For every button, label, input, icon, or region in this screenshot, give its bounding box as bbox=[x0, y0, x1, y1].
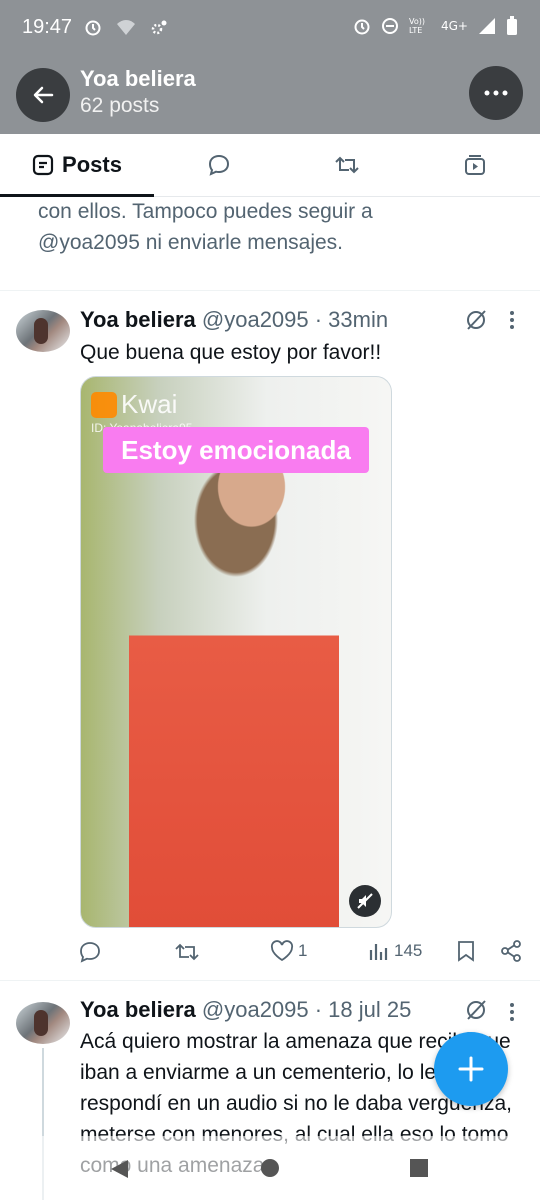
nav-back-icon[interactable] bbox=[108, 1158, 130, 1180]
system-nav-bar bbox=[0, 1136, 540, 1200]
blocked-notice: con ellos. Tampoco puedes seguir a @yoa2… bbox=[38, 196, 508, 258]
views-button[interactable]: 145 bbox=[368, 940, 422, 962]
tab-reposts[interactable] bbox=[284, 134, 410, 196]
tab-posts[interactable]: Posts bbox=[0, 134, 154, 197]
tab-replies[interactable] bbox=[154, 134, 284, 196]
like-count: 1 bbox=[298, 941, 308, 960]
dnd-icon bbox=[382, 18, 398, 34]
post-meta: Yoa beliera @yoa2095 · 33min bbox=[80, 307, 388, 333]
notice-line-2: @yoa2095 ni enviarle mensajes. bbox=[38, 231, 343, 254]
repost-icon bbox=[335, 156, 359, 174]
heart-icon bbox=[270, 940, 294, 962]
grok-icon[interactable] bbox=[464, 308, 488, 332]
post-count: 62 posts bbox=[80, 94, 160, 117]
status-left-icons bbox=[84, 18, 168, 36]
status-bar: 19:47 Vo)) LTE 4G+ bbox=[0, 0, 540, 56]
wifi-icon bbox=[117, 20, 135, 35]
divider bbox=[0, 980, 540, 981]
volte-label: Vo)) LTE bbox=[409, 17, 425, 35]
author-name[interactable]: Yoa beliera bbox=[80, 997, 196, 1022]
views-count: 145 bbox=[394, 941, 423, 960]
plus-icon bbox=[458, 1056, 484, 1082]
reply-icon bbox=[80, 942, 100, 963]
avatar[interactable] bbox=[16, 1002, 70, 1044]
analytics-icon bbox=[369, 944, 388, 960]
repost-icon bbox=[175, 943, 199, 961]
kwai-brand: Kwai bbox=[121, 389, 178, 419]
avatar[interactable] bbox=[16, 310, 70, 352]
muted-icon bbox=[357, 893, 373, 909]
post-meta: Yoa beliera @yoa2095 · 18 jul 25 bbox=[80, 997, 411, 1023]
divider bbox=[0, 290, 540, 291]
kwai-logo-icon bbox=[91, 391, 117, 418]
repost-button[interactable] bbox=[174, 940, 200, 964]
battery-icon bbox=[507, 16, 517, 35]
video-caption: Estoy emocionada bbox=[103, 427, 369, 473]
bookmark-icon bbox=[458, 941, 474, 962]
notice-line-1: con ellos. Tampoco puedes seguir a bbox=[38, 200, 373, 223]
profile-tabs: Posts bbox=[0, 134, 540, 197]
grok-icon[interactable] bbox=[464, 998, 488, 1022]
reply-button[interactable] bbox=[78, 940, 102, 964]
signal-icon bbox=[479, 18, 495, 34]
bookmark-button[interactable] bbox=[456, 940, 476, 962]
more-vertical-icon[interactable] bbox=[508, 1002, 516, 1022]
video-icon bbox=[465, 155, 485, 175]
settings-icon bbox=[151, 20, 167, 35]
post-text: Que buena que estoy por favor!! bbox=[80, 341, 382, 364]
network-label: 4G+ bbox=[441, 19, 468, 33]
kwai-watermark: Kwai bbox=[91, 389, 177, 420]
share-icon bbox=[501, 940, 521, 962]
post-actions: 1 145 bbox=[78, 940, 528, 970]
alarm-icon bbox=[85, 20, 101, 36]
more-horizontal-icon bbox=[484, 90, 508, 96]
more-options-button[interactable] bbox=[469, 66, 523, 120]
profile-name: Yoa beliera bbox=[80, 66, 196, 91]
tab-media[interactable] bbox=[410, 134, 540, 196]
author-name[interactable]: Yoa beliera bbox=[80, 307, 196, 332]
alarm-icon-right bbox=[354, 19, 370, 35]
share-button[interactable] bbox=[500, 940, 522, 962]
reply-icon bbox=[208, 154, 230, 176]
author-handle: @yoa2095 · 18 jul 25 bbox=[201, 997, 412, 1022]
arrow-left-icon bbox=[33, 86, 54, 104]
nav-recents-icon[interactable] bbox=[410, 1159, 428, 1177]
status-right-icons: Vo)) LTE 4G+ bbox=[353, 16, 518, 36]
post-video[interactable]: Kwai ID: Yoanabeliera95 Estoy emocionada bbox=[80, 376, 392, 928]
status-time: 19:47 bbox=[22, 16, 73, 38]
back-button[interactable] bbox=[16, 68, 70, 122]
compose-button[interactable] bbox=[434, 1032, 508, 1106]
like-button[interactable]: 1 bbox=[270, 940, 307, 962]
tab-posts-label: Posts bbox=[62, 152, 122, 177]
author-handle: @yoa2095 · 33min bbox=[201, 307, 389, 332]
posts-icon bbox=[32, 154, 54, 176]
mute-button[interactable] bbox=[349, 885, 381, 917]
more-vertical-icon[interactable] bbox=[508, 310, 516, 330]
nav-home-icon[interactable] bbox=[260, 1158, 280, 1178]
profile-header: Yoa beliera 62 posts bbox=[0, 56, 540, 134]
